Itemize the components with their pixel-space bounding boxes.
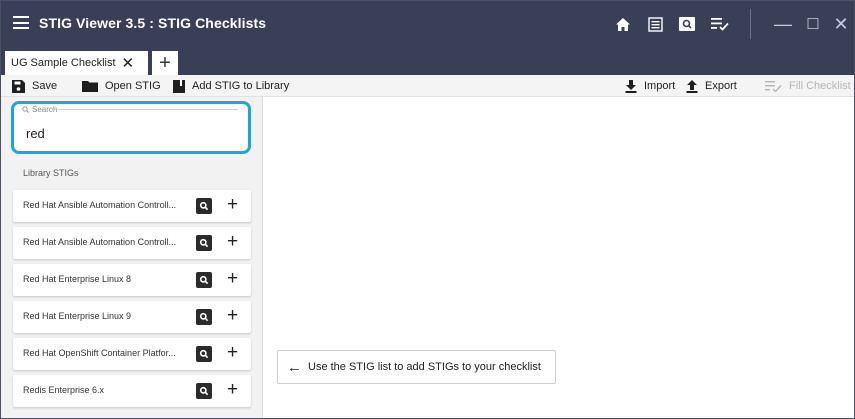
tab-checklist[interactable]: UG Sample Checklist ✕: [5, 51, 148, 75]
stig-name: Redis Enterprise 6.x: [23, 385, 105, 395]
view-stig-icon[interactable]: [196, 309, 212, 325]
list-item[interactable]: Red Hat Ansible Automation Controll... +: [13, 227, 251, 259]
tab-label: UG Sample Checklist: [11, 57, 116, 69]
stig-name: Red Hat Enterprise Linux 9: [23, 311, 132, 321]
search-field[interactable]: Search red: [11, 101, 251, 154]
list-item[interactable]: Red Hat Enterprise Linux 9 +: [13, 301, 251, 333]
library-icon: [173, 79, 185, 93]
arrow-left-icon: ←: [287, 358, 302, 376]
folder-icon: [82, 81, 98, 92]
list-item[interactable]: Red Hat Enterprise Linux 8 +: [13, 264, 251, 296]
export-icon: [686, 79, 698, 93]
import-label: Import: [644, 80, 676, 92]
titlebar-separator: [750, 9, 751, 39]
save-icon: [12, 79, 25, 93]
title-bar: STIG Viewer 3.5 : STIG Checklists — ☐ ✕: [1, 1, 854, 47]
add-stig-button[interactable]: +: [227, 195, 238, 214]
add-stig-button[interactable]: +: [227, 269, 238, 288]
view-stig-icon[interactable]: [196, 383, 212, 399]
app-window: STIG Viewer 3.5 : STIG Checklists — ☐ ✕ …: [0, 0, 855, 419]
list-item[interactable]: Red Hat OpenShift Container Platfor... +: [13, 338, 251, 370]
add-stig-button[interactable]: +: [227, 343, 238, 362]
save-label: Save: [32, 80, 58, 92]
checklist-main-area: ← Use the STIG list to add STIGs to your…: [264, 97, 854, 418]
list-item[interactable]: Redis Enterprise 6.x +: [13, 375, 251, 407]
add-stig-to-library-button[interactable]: Add STIG to Library: [173, 78, 289, 94]
stig-name: Red Hat Ansible Automation Controll...: [23, 200, 177, 210]
checklist-manage-icon[interactable]: [709, 13, 731, 35]
fill-checklist-icon: [765, 80, 782, 92]
hint-text: Use the STIG list to add STIGs to your c…: [308, 361, 541, 373]
add-tab-button[interactable]: +: [152, 51, 178, 75]
menu-icon[interactable]: [13, 16, 29, 29]
add-stig-to-library-label: Add STIG to Library: [192, 80, 290, 92]
add-stig-button[interactable]: +: [227, 306, 238, 325]
list-item[interactable]: Red Hat Ansible Automation Controll... +: [13, 190, 251, 222]
import-icon: [625, 79, 637, 93]
export-button[interactable]: Export: [686, 78, 737, 94]
save-button[interactable]: Save: [12, 78, 57, 94]
checklist-view-icon[interactable]: [644, 13, 666, 35]
view-stig-icon[interactable]: [196, 235, 212, 251]
toolbar: Save Open STIG Add STIG to Library Impor…: [1, 75, 854, 97]
library-heading: Library STIGs: [23, 168, 79, 178]
tab-bar: UG Sample Checklist ✕ +: [1, 47, 854, 75]
home-icon[interactable]: [612, 13, 634, 35]
maximize-button[interactable]: ☐: [799, 11, 827, 37]
search-icon: [22, 106, 29, 113]
export-label: Export: [705, 80, 737, 92]
view-stig-icon[interactable]: [196, 272, 212, 288]
stig-name: Red Hat OpenShift Container Platfor...: [23, 348, 176, 358]
open-stig-button[interactable]: Open STIG: [82, 78, 161, 94]
window-title: STIG Viewer 3.5 : STIG Checklists: [39, 15, 267, 31]
open-stig-label: Open STIG: [105, 80, 161, 92]
stig-name: Red Hat Ansible Automation Controll...: [23, 237, 177, 247]
minimize-button[interactable]: —: [769, 11, 797, 37]
add-stig-button[interactable]: +: [227, 232, 238, 251]
stig-library-panel: Search red Library STIGs Red Hat Ansible…: [1, 97, 263, 418]
fill-checklist-button[interactable]: Fill Checklist: [765, 78, 851, 94]
import-button[interactable]: Import: [625, 78, 675, 94]
fill-checklist-label: Fill Checklist: [789, 80, 851, 92]
view-stig-icon[interactable]: [196, 346, 212, 362]
stig-name: Red Hat Enterprise Linux 8: [23, 274, 132, 284]
empty-state-hint: ← Use the STIG list to add STIGs to your…: [277, 350, 556, 384]
stig-view-icon[interactable]: [676, 13, 698, 35]
add-stig-button[interactable]: +: [227, 380, 238, 399]
close-button[interactable]: ✕: [827, 11, 854, 37]
tab-close-icon[interactable]: ✕: [122, 56, 135, 71]
view-stig-icon[interactable]: [196, 198, 212, 214]
search-input[interactable]: red: [26, 126, 45, 141]
